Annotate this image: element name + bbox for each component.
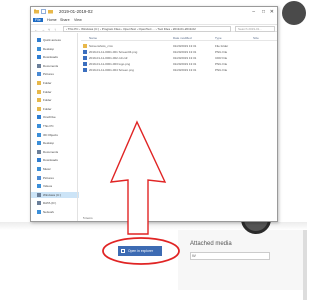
annotation-arrow: [109, 120, 167, 235]
annotation-overlay: [102, 120, 180, 265]
annotation-ellipse: [102, 237, 180, 265]
